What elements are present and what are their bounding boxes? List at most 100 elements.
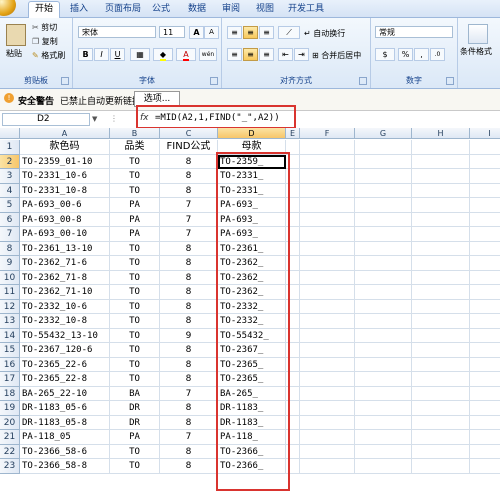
table-cell[interactable]: TO bbox=[110, 459, 160, 474]
tab-home[interactable]: 开始 bbox=[28, 1, 60, 18]
table-cell[interactable] bbox=[286, 386, 300, 401]
table-cell[interactable] bbox=[286, 198, 300, 213]
table-cell[interactable]: 7 bbox=[160, 227, 218, 242]
table-cell[interactable] bbox=[470, 155, 500, 169]
table-cell[interactable]: TO bbox=[110, 343, 160, 358]
table-cell[interactable]: BA-265_ bbox=[218, 386, 286, 401]
select-all-corner[interactable] bbox=[0, 128, 20, 139]
table-cell[interactable] bbox=[412, 314, 470, 329]
header-cell[interactable] bbox=[412, 140, 470, 155]
table-cell[interactable]: DR bbox=[110, 401, 160, 416]
percent-button[interactable]: % bbox=[398, 48, 413, 61]
table-cell[interactable] bbox=[300, 372, 355, 387]
borders-button[interactable]: ▦ bbox=[130, 48, 150, 61]
row-header[interactable]: 4 bbox=[0, 183, 20, 198]
comma-button[interactable]: , bbox=[414, 48, 429, 61]
table-cell[interactable] bbox=[412, 299, 470, 314]
table-cell[interactable] bbox=[300, 444, 355, 459]
row-header[interactable]: 10 bbox=[0, 270, 20, 285]
name-box-dropdown-icon[interactable]: ▼ bbox=[92, 115, 97, 123]
table-cell[interactable]: PA-693_00-6 bbox=[20, 198, 110, 213]
table-cell[interactable]: TO-2332_10-8 bbox=[20, 314, 110, 329]
table-cell[interactable] bbox=[412, 430, 470, 445]
table-cell[interactable] bbox=[300, 386, 355, 401]
tab-page-layout[interactable]: 页面布局 bbox=[100, 2, 146, 16]
table-cell[interactable]: TO bbox=[110, 444, 160, 459]
table-cell[interactable] bbox=[355, 430, 412, 445]
table-cell[interactable]: PA-693_ bbox=[218, 227, 286, 242]
table-cell[interactable] bbox=[412, 444, 470, 459]
table-cell[interactable]: TO bbox=[110, 154, 160, 169]
table-cell[interactable]: TO bbox=[110, 183, 160, 198]
table-cell[interactable] bbox=[412, 154, 470, 169]
row-header[interactable]: 7 bbox=[0, 227, 20, 242]
table-cell[interactable]: TO-2361_13-10 bbox=[20, 241, 110, 256]
table-cell[interactable]: TO bbox=[110, 270, 160, 285]
table-cell[interactable] bbox=[412, 415, 470, 430]
table-cell[interactable] bbox=[470, 416, 500, 430]
table-cell[interactable] bbox=[412, 386, 470, 401]
copy-button[interactable]: ❐ 复制 bbox=[32, 36, 58, 47]
office-button[interactable] bbox=[0, 0, 16, 16]
row-header[interactable]: 1 bbox=[0, 140, 20, 155]
table-cell[interactable]: PA-693_ bbox=[218, 198, 286, 213]
tab-developer[interactable]: 开发工具 bbox=[286, 2, 326, 16]
table-cell[interactable] bbox=[286, 256, 300, 271]
table-cell[interactable] bbox=[286, 459, 300, 474]
table-cell[interactable] bbox=[286, 270, 300, 285]
table-cell[interactable] bbox=[470, 184, 500, 198]
table-cell[interactable]: TO-2332_ bbox=[218, 299, 286, 314]
table-cell[interactable] bbox=[412, 183, 470, 198]
table-cell[interactable]: DR-1183_ bbox=[218, 415, 286, 430]
table-cell[interactable] bbox=[355, 343, 412, 358]
table-cell[interactable] bbox=[470, 242, 500, 256]
active-cell[interactable]: TO-2359_ bbox=[218, 154, 286, 169]
row-header[interactable]: 9 bbox=[0, 256, 20, 271]
table-cell[interactable] bbox=[286, 285, 300, 300]
decrease-indent-button[interactable]: ⇤ bbox=[278, 48, 293, 61]
table-cell[interactable] bbox=[300, 198, 355, 213]
row-header[interactable]: 8 bbox=[0, 241, 20, 256]
alignment-dialog-launcher[interactable] bbox=[359, 77, 367, 85]
table-cell[interactable] bbox=[355, 314, 412, 329]
table-cell[interactable] bbox=[412, 198, 470, 213]
align-middle-button[interactable]: ≡ bbox=[243, 26, 258, 39]
column-header-b[interactable]: B bbox=[110, 128, 160, 139]
table-cell[interactable] bbox=[355, 198, 412, 213]
table-cell[interactable] bbox=[355, 256, 412, 271]
table-cell[interactable] bbox=[286, 328, 300, 343]
row-header[interactable]: 11 bbox=[0, 285, 20, 300]
table-cell[interactable]: PA bbox=[110, 212, 160, 227]
name-box[interactable]: D2 bbox=[2, 113, 90, 126]
header-cell[interactable]: FIND公式 bbox=[160, 140, 218, 155]
table-cell[interactable] bbox=[470, 314, 500, 329]
table-cell[interactable]: TO bbox=[110, 357, 160, 372]
table-cell[interactable] bbox=[470, 271, 500, 285]
table-cell[interactable] bbox=[286, 299, 300, 314]
paste-button[interactable]: 粘贴 bbox=[6, 48, 22, 59]
table-cell[interactable]: 7 bbox=[160, 430, 218, 445]
row-header[interactable]: 6 bbox=[0, 212, 20, 227]
font-size-select[interactable]: 11 bbox=[159, 26, 185, 38]
table-cell[interactable] bbox=[470, 387, 500, 401]
table-cell[interactable] bbox=[300, 459, 355, 474]
phonetic-button[interactable]: wén bbox=[199, 48, 217, 61]
table-cell[interactable]: 9 bbox=[160, 328, 218, 343]
table-cell[interactable] bbox=[412, 357, 470, 372]
table-cell[interactable]: TO-2362_71-8 bbox=[20, 270, 110, 285]
table-cell[interactable]: TO bbox=[110, 241, 160, 256]
column-header-h[interactable]: H bbox=[412, 128, 470, 139]
table-cell[interactable]: TO-2332_ bbox=[218, 314, 286, 329]
table-cell[interactable]: 8 bbox=[160, 401, 218, 416]
table-cell[interactable]: TO-2365_22-8 bbox=[20, 372, 110, 387]
table-cell[interactable]: 7 bbox=[160, 386, 218, 401]
table-cell[interactable] bbox=[412, 227, 470, 242]
table-cell[interactable]: DR-1183_ bbox=[218, 401, 286, 416]
fill-color-button[interactable]: ◆ bbox=[153, 48, 173, 61]
table-cell[interactable] bbox=[300, 430, 355, 445]
table-cell[interactable]: TO-2331_10-6 bbox=[20, 169, 110, 184]
column-header-c[interactable]: C bbox=[160, 128, 218, 139]
italic-button[interactable]: I bbox=[94, 48, 109, 61]
row-header[interactable]: 3 bbox=[0, 169, 20, 184]
table-cell[interactable] bbox=[355, 154, 412, 169]
